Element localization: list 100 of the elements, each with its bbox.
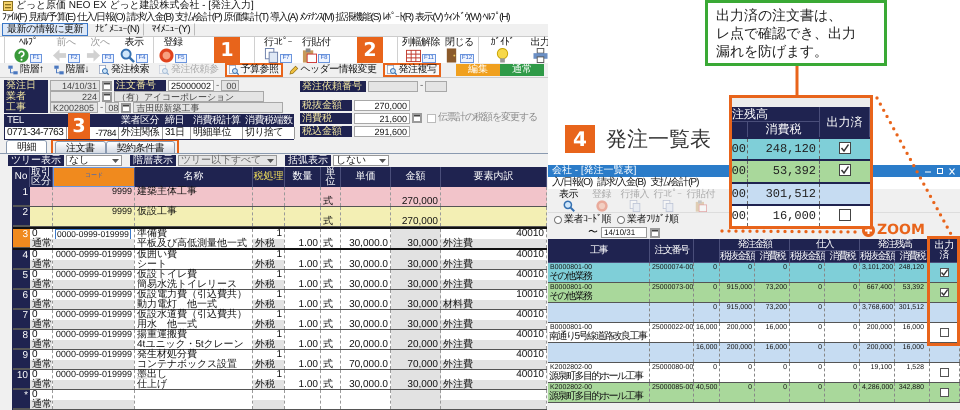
unit: 式 bbox=[323, 380, 333, 389]
menu-item[interactable]: 入/日報(O) bbox=[552, 178, 592, 188]
unit: 式 bbox=[323, 238, 333, 248]
radio-button[interactable]: 業者ｺｰﾄﾞ順 bbox=[554, 214, 611, 224]
item-detail: 動力電灯 他一式 bbox=[137, 300, 217, 309]
input-field[interactable]: 224 bbox=[50, 91, 100, 102]
item-code: 0000-0999-019999 bbox=[56, 250, 132, 260]
menu-item[interactable]: ﾌｧｲﾙ(F) bbox=[2, 12, 26, 23]
lightbulb-icon bbox=[494, 48, 510, 63]
toolbar-button[interactable]: 出力 bbox=[523, 36, 548, 63]
field-separator: - bbox=[216, 80, 220, 91]
input-field[interactable]: K2002805 bbox=[50, 102, 98, 114]
filter-label: ツリー表示 bbox=[8, 155, 64, 166]
trade-code: 0 bbox=[32, 310, 38, 320]
input-field[interactable]: 270,000 bbox=[354, 100, 410, 111]
input-field[interactable]: 25000002 bbox=[168, 80, 214, 92]
action-button[interactable]: 階層↑ bbox=[4, 62, 48, 77]
menu-item[interactable]: 表示(V) bbox=[414, 12, 442, 23]
dropdown[interactable]: なし bbox=[66, 155, 122, 166]
menu-item[interactable]: ﾒﾝﾃﾅﾝｽ(M) bbox=[299, 12, 334, 23]
checkbox[interactable] bbox=[940, 368, 949, 377]
search-icon bbox=[120, 48, 136, 63]
row-number[interactable]: 7 bbox=[13, 310, 30, 329]
nav-tab[interactable]: 最新の情報に更新 bbox=[2, 23, 88, 36]
checkbox[interactable] bbox=[940, 388, 949, 397]
tab[interactable]: 明細 bbox=[6, 140, 47, 154]
menu-item[interactable]: 支払/会計(P) bbox=[175, 12, 222, 23]
search-icon bbox=[562, 200, 574, 212]
row-number[interactable]: 1 bbox=[13, 187, 30, 206]
project-name: 源泉町多目的ホール工事 bbox=[548, 392, 644, 402]
unit-price: 70,000.0 bbox=[349, 360, 388, 369]
trade-type: 通常 bbox=[32, 300, 52, 309]
column-header: 消費税計算 bbox=[192, 115, 242, 127]
trade-code: 0 bbox=[32, 229, 38, 238]
row-number[interactable]: * bbox=[13, 390, 30, 409]
action-button[interactable]: 発注複写 bbox=[382, 62, 440, 77]
menu-item[interactable]: 請求/入金(B) bbox=[597, 178, 646, 188]
input-field[interactable]: 08 bbox=[105, 102, 120, 114]
action-button[interactable]: 予算参照 bbox=[224, 62, 282, 77]
menu-item[interactable]: 仕入/日報(O) bbox=[76, 12, 125, 23]
menu-item[interactable]: ｳｨﾝﾄﾞｳ(W) bbox=[444, 12, 481, 23]
table-row[interactable]: 1 9999 建築主体工事 式 270,000 bbox=[13, 187, 547, 207]
input-field[interactable]: 0000-0999-019999 bbox=[55, 229, 131, 240]
nav-tab[interactable]: ﾅﾋﾞﾒﾆｭｰ(N) bbox=[90, 23, 144, 36]
action-button[interactable]: 階層↓ bbox=[50, 62, 93, 77]
input-field[interactable]: 21,600 bbox=[354, 112, 410, 124]
row-number[interactable]: 6 bbox=[13, 290, 30, 309]
menu-item[interactable]: ﾍﾙﾌﾟ(H) bbox=[482, 12, 510, 23]
toolbar-button[interactable]: ｶﾞｲﾄﾞ bbox=[481, 36, 523, 63]
row-number[interactable]: 10 bbox=[13, 370, 30, 389]
item-name: 揚重運搬費 bbox=[137, 330, 187, 340]
checkbox[interactable] bbox=[940, 268, 949, 277]
column-header: 仕入 bbox=[790, 239, 860, 251]
stamp-icon bbox=[596, 200, 608, 212]
row-number[interactable]: 5 bbox=[13, 270, 30, 289]
radio-button[interactable]: 業者ﾌﾘｶﾞﾅ順 bbox=[617, 214, 678, 224]
input-field[interactable]: 吉田邸新築工事 bbox=[133, 102, 284, 114]
menu-item[interactable]: 導入(A) bbox=[270, 12, 298, 23]
input-field[interactable]: （有）アイコーポレーション bbox=[114, 91, 264, 102]
row-number[interactable]: 2 bbox=[13, 207, 30, 226]
table-row[interactable]: 2 9999 仮設工事 式 270,000 bbox=[13, 207, 547, 227]
input-field[interactable]: 291,600 bbox=[354, 126, 410, 137]
cost-code: 40010 bbox=[516, 330, 544, 340]
row-number[interactable]: 8 bbox=[13, 330, 30, 349]
menu-item[interactable]: 原価集計(T) bbox=[224, 12, 268, 23]
close-icon bbox=[947, 166, 957, 176]
lookup-button[interactable] bbox=[412, 113, 422, 124]
step-badge: 3 bbox=[68, 113, 90, 140]
input-field[interactable]: 14/10/31 bbox=[601, 227, 647, 238]
nav-tab[interactable]: ﾏｲﾒﾆｭｰ(Y) bbox=[146, 23, 196, 36]
column-header: 業者区分 bbox=[120, 115, 160, 126]
lookup-button[interactable] bbox=[102, 92, 112, 102]
row-number[interactable]: 9 bbox=[13, 350, 30, 369]
tab[interactable]: 注文書 bbox=[55, 141, 106, 154]
zoom-label: ZOOM bbox=[877, 222, 925, 238]
toolbar-button[interactable]: 表示 bbox=[552, 189, 585, 212]
input-field[interactable]: 00 bbox=[221, 80, 240, 92]
action-button[interactable]: ヘッダー情報変更 bbox=[284, 62, 380, 77]
document-search-icon bbox=[386, 64, 396, 75]
cost-code: 40010 bbox=[516, 310, 544, 320]
clipboard-icon bbox=[694, 200, 706, 212]
menu-item[interactable]: 支払/会計(P) bbox=[650, 178, 698, 188]
lookup-button[interactable] bbox=[121, 102, 132, 113]
input-field[interactable] bbox=[368, 80, 418, 92]
checkbox[interactable] bbox=[940, 288, 949, 297]
amount: 30,000 bbox=[407, 300, 438, 309]
lookup-button[interactable] bbox=[650, 228, 660, 238]
menu-item[interactable]: 請求/入金(B) bbox=[126, 12, 174, 23]
input-field[interactable]: 14/10/31 bbox=[50, 80, 100, 92]
lookup-button[interactable] bbox=[102, 80, 112, 91]
checkbox[interactable] bbox=[940, 328, 949, 337]
menu-item[interactable]: 見積/予算(E) bbox=[28, 12, 75, 23]
tab[interactable]: 契約条件書 bbox=[106, 141, 175, 154]
row-number[interactable]: 4 bbox=[13, 250, 30, 269]
action-button[interactable]: 発注検索 bbox=[95, 62, 153, 77]
dropdown[interactable]: しない bbox=[333, 155, 389, 166]
input-field[interactable] bbox=[425, 80, 448, 92]
menu-item[interactable]: 拡張機能(S) bbox=[335, 12, 380, 23]
document-icon bbox=[628, 200, 640, 212]
menu-item[interactable]: ﾚﾎﾟｰﾄ(R) bbox=[382, 12, 413, 23]
